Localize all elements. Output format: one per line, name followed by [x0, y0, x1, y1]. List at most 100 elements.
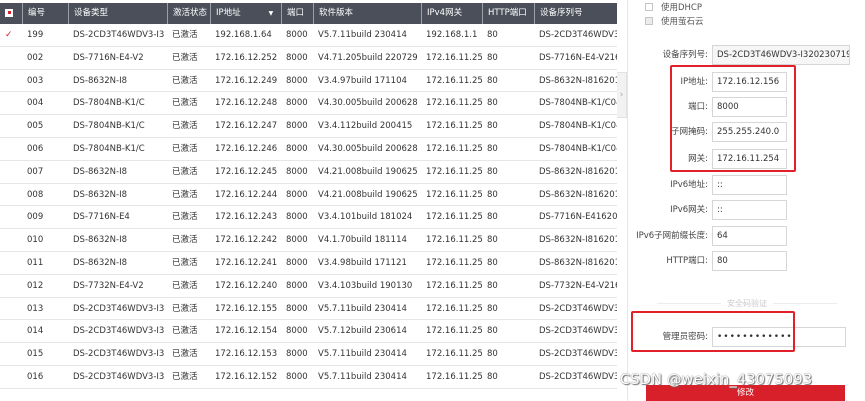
port-field[interactable]: 8000 — [712, 97, 787, 117]
table-row[interactable]: 015 DS-2CD3T46WDV3-I3 已激活 172.16.12.153 8000… — [0, 343, 617, 366]
cell-ip-address: 172.16.12.247 — [215, 121, 278, 132]
column-header-device-type[interactable]: 设备类型 — [68, 3, 167, 24]
row-checkbox[interactable] — [0, 206, 22, 229]
gateway-field[interactable]: 172.16.11.254 — [712, 149, 787, 169]
security-section-title: 安全码验证 — [628, 298, 865, 309]
table-row[interactable]: 013 DS-2CD3T46WDV3-I3 已激活 172.16.12.155 8000… — [0, 298, 617, 321]
cell-serial-number: DS-8632N-I8162019 — [539, 166, 617, 177]
column-header-ip[interactable]: IP地址 ▼ — [210, 3, 281, 24]
sort-down-icon: ▼ — [268, 10, 274, 17]
cell-device-type: DS-2CD3T46WDV3-I3 — [73, 326, 165, 337]
table-row[interactable]: 016 DS-2CD3T46WDV3-I3 已激活 172.16.12.152 8000… — [0, 366, 617, 389]
table-row[interactable]: ✓ 199 DS-2CD3T46WDV3-I3 已激活 192.168.1.64 8000… — [0, 24, 617, 47]
ipv6-gateway-field[interactable]: :: — [712, 200, 787, 220]
row-checkbox[interactable] — [0, 47, 22, 70]
ip-field[interactable]: 172.16.12.156 — [712, 72, 787, 92]
cell-activation-status: 已激活 — [172, 166, 198, 177]
table-row[interactable]: 008 DS-8632N-I8 已激活 172.16.12.244 8000 V4.21.… — [0, 184, 617, 207]
gateway-label: 网关: — [688, 154, 708, 164]
cell-port: 8000 — [286, 75, 308, 86]
cell-activation-status: 已激活 — [172, 30, 198, 40]
dhcp-checkbox[interactable] — [645, 3, 653, 11]
table-row[interactable]: 006 DS-7804NB-K1/C 已激活 172.16.12.246 8000 V4.… — [0, 138, 617, 161]
column-header-http-port[interactable]: HTTP端口 — [482, 3, 534, 24]
row-checkbox[interactable] — [0, 275, 22, 298]
row-checkbox[interactable] — [0, 184, 22, 207]
cell-ip-address: 172.16.12.153 — [215, 349, 278, 360]
cell-ipv4-gateway: 172.16.11.254 — [426, 121, 482, 132]
row-checkbox[interactable] — [0, 92, 22, 115]
ipv6-prefix-field[interactable]: 64 — [712, 226, 787, 246]
cell-serial-number: DS-7804NB-K1/C04 — [539, 98, 617, 109]
column-header-version[interactable]: 软件版本 — [313, 3, 421, 24]
row-checkbox[interactable] — [0, 298, 22, 321]
row-checkbox[interactable]: ✓ — [0, 24, 22, 47]
cell-device-no: 008 — [27, 189, 44, 200]
table-row[interactable]: 004 DS-7804NB-K1/C 已激活 172.16.12.248 8000 V4.… — [0, 92, 617, 116]
cell-device-no: 010 — [27, 235, 44, 246]
table-row[interactable]: 010 DS-8632N-I8 已激活 172.16.12.242 8000 V4.1.7… — [0, 229, 617, 252]
row-checkbox[interactable] — [0, 252, 22, 275]
select-all-checkbox[interactable] — [0, 3, 22, 24]
cell-ip-address: 192.168.1.64 — [215, 30, 272, 40]
column-header-status[interactable]: 激活状态 — [167, 3, 210, 24]
table-row[interactable]: 007 DS-8632N-I8 已激活 172.16.12.245 8000 V4.21.… — [0, 161, 617, 184]
column-header-serial[interactable]: 设备序列号 — [534, 3, 617, 24]
cell-port: 8000 — [286, 212, 308, 223]
table-row[interactable]: 005 DS-7804NB-K1/C 已激活 172.16.12.247 8000 V3.… — [0, 115, 617, 138]
ipv6-prefix-label: IPv6子网前缀长度: — [636, 231, 708, 241]
cell-ipv4-gateway: 172.16.11.254 — [426, 303, 482, 314]
table-row[interactable]: 011 DS-8632N-I8 已激活 172.16.12.241 8000 V3.4.9… — [0, 252, 617, 275]
row-checkbox[interactable] — [0, 115, 22, 138]
cell-software-version: V3.4.112build 200415 — [318, 121, 413, 132]
cell-ipv4-gateway: 172.16.11.254 — [426, 52, 482, 63]
row-checkbox[interactable] — [0, 343, 22, 366]
table-row[interactable]: 002 DS-7716N-E4-V2 已激活 172.16.12.252 8000 V4.… — [0, 47, 617, 70]
cell-ipv4-gateway: 172.16.11.254 — [426, 326, 482, 337]
cell-software-version: V5.7.12build 230614 — [318, 326, 407, 337]
table-row[interactable]: 012 DS-7732N-E4-V2 已激活 172.16.12.240 8000 V3.… — [0, 275, 617, 298]
row-checkbox[interactable] — [0, 320, 22, 343]
column-header-no[interactable]: 编号 — [22, 3, 68, 24]
cell-software-version: V4.21.008build 190625 — [318, 166, 418, 177]
row-checkbox[interactable] — [0, 229, 22, 252]
subnet-mask-field[interactable]: 255.255.240.0 — [712, 122, 787, 142]
row-checkbox[interactable] — [0, 161, 22, 184]
chevron-right-icon: › — [619, 90, 624, 100]
cell-activation-status: 已激活 — [172, 75, 198, 86]
cell-software-version: V4.1.70build 181114 — [318, 235, 407, 246]
http-port-field[interactable]: 80 — [712, 251, 787, 271]
cell-device-type: DS-8632N-I8 — [73, 258, 127, 268]
use-hik-connect-option[interactable]: 使用萤石云 — [645, 16, 704, 28]
column-header-port[interactable]: 端口 — [281, 3, 313, 24]
ipv6-address-field[interactable]: :: — [712, 175, 787, 195]
cell-port: 8000 — [286, 52, 308, 63]
hik-connect-checkbox[interactable] — [645, 17, 653, 25]
row-checkbox[interactable] — [0, 366, 22, 389]
collapse-panel-handle[interactable]: › — [617, 72, 627, 118]
table-row[interactable]: 009 DS-7716N-E4 已激活 172.16.12.243 8000 V3.4.1… — [0, 206, 617, 230]
table-row[interactable]: 014 DS-2CD3T46WDV3-I3 已激活 172.16.12.154 8000… — [0, 320, 617, 344]
row-checkbox[interactable] — [0, 138, 22, 161]
cell-device-no: 002 — [27, 52, 44, 63]
cell-serial-number: DS-7732N-E4-V2162 — [539, 280, 617, 291]
cell-device-type: DS-2CD3T46WDV3-I3 — [73, 30, 165, 40]
cell-port: 8000 — [286, 166, 308, 177]
cell-serial-number: DS-2CD3T46WDV3-I — [539, 303, 617, 314]
cell-device-type: DS-2CD3T46WDV3-I3 — [73, 372, 165, 382]
use-dhcp-option[interactable]: 使用DHCP — [645, 2, 702, 14]
cell-http-port: 80 — [487, 144, 498, 154]
cell-device-type: DS-7732N-E4-V2 — [73, 280, 144, 291]
admin-password-field[interactable]: •••••••••••• — [712, 327, 846, 347]
subnet-mask-label: 子网掩码: — [671, 127, 708, 137]
ipv6-address-label: IPv6地址: — [670, 180, 708, 190]
column-header-gateway[interactable]: IPv4网关 — [421, 3, 482, 24]
cell-device-no: 014 — [27, 326, 44, 337]
cell-device-no: 007 — [27, 166, 44, 177]
cell-serial-number: DS-7716N-E4-V2162 — [539, 52, 617, 63]
cell-software-version: V5.7.11build 230414 — [318, 349, 407, 360]
cell-http-port: 80 — [487, 121, 498, 132]
row-checkbox[interactable] — [0, 70, 22, 93]
cell-ip-address: 172.16.12.249 — [215, 75, 278, 86]
table-row[interactable]: 003 DS-8632N-I8 已激活 172.16.12.249 8000 V3.4.9… — [0, 70, 617, 93]
